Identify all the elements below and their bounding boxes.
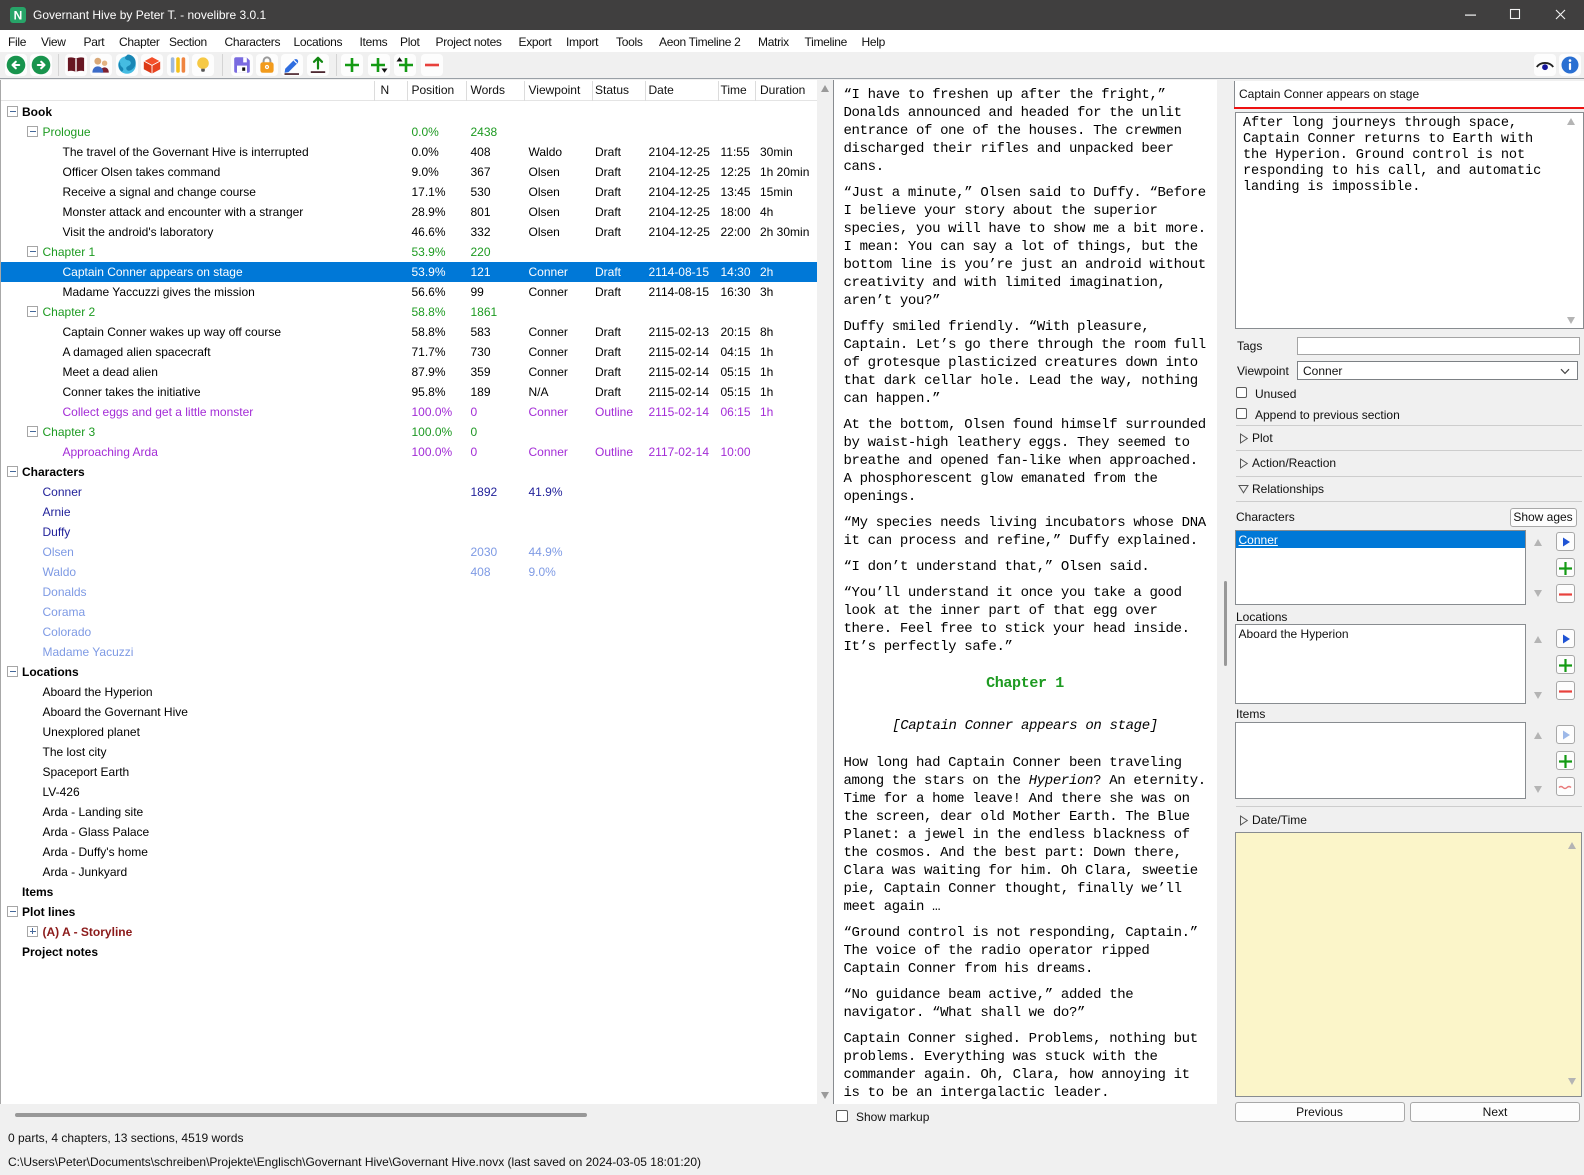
svg-text:N: N: [14, 9, 23, 23]
